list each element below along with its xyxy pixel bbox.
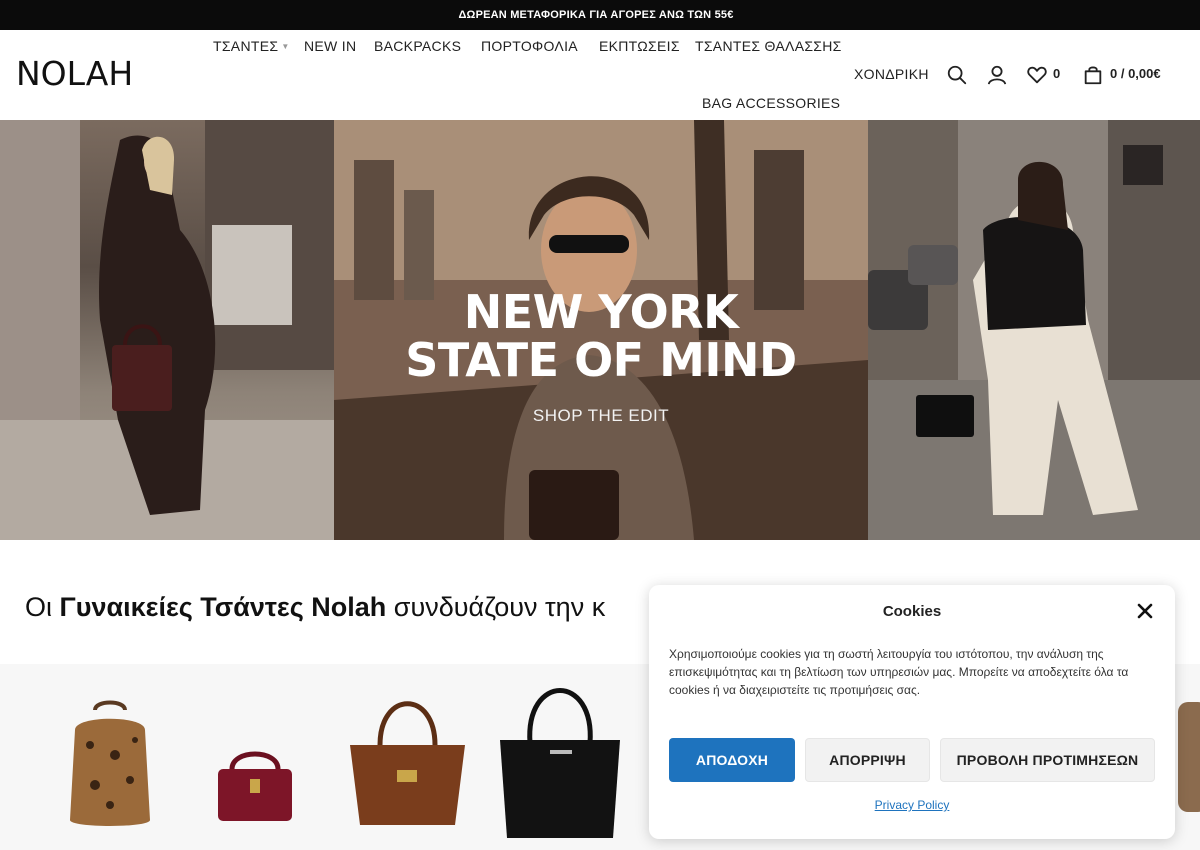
headline-pre: Οι — [25, 592, 60, 622]
product-image-black-tote[interactable] — [495, 678, 625, 843]
header-actions: ΧΟΝΔΡΙΚΗ 0 0 / 0,00€ — [840, 30, 1200, 120]
close-icon[interactable] — [1135, 601, 1155, 621]
nav-item-backpacks[interactable]: BACKPACKS — [374, 38, 461, 54]
shop-the-edit-link[interactable]: SHOP THE EDIT — [334, 406, 868, 426]
preferences-button[interactable]: ΠΡΟΒΟΛΗ ΠΡΟΤΙΜΗΣΕΩΝ — [940, 738, 1155, 782]
cookie-text: Χρησιμοποιούμε cookies για τη σωστή λειτ… — [669, 647, 1129, 697]
hero-image-left — [0, 120, 334, 540]
announcement-text: ΔΩΡΕΑΝ ΜΕΤΑΦΟΡΙΚΑ ΓΙΑ ΑΓΟΡΕΣ ΑΝΩ ΤΩΝ 55€ — [458, 9, 734, 21]
nav-item-label: ΤΣΑΝΤΕΣ — [213, 38, 279, 54]
nav-item-beach-bags[interactable]: ΤΣΑΝΤΕΣ ΘΑΛΑΣΣΗΣ — [695, 38, 842, 54]
user-icon[interactable] — [986, 64, 1008, 86]
nav-item-wallets[interactable]: ΠΟΡΤΟΦΟΛΙΑ — [481, 38, 578, 54]
hero-title: NEW YORK STATE OF MIND — [334, 288, 868, 384]
nav-item-sales[interactable]: ΕΚΠΤΩΣΕΙΣ — [599, 38, 680, 54]
heart-icon[interactable] — [1026, 64, 1048, 86]
accept-button[interactable]: ΑΠΟΔΟΧΗ — [669, 738, 795, 782]
main-nav: ΤΣΑΝΤΕΣ ▼ NEW IN BACKPACKS ΠΟΡΤΟΦΟΛΙΑ ΕΚΠ… — [205, 30, 845, 120]
search-icon[interactable] — [946, 64, 968, 86]
wishlist-count: 0 — [1053, 66, 1061, 81]
headline-bold: Γυναικείες Τσάντες Nolah — [59, 592, 387, 622]
hero-title-line1: NEW YORK — [463, 285, 739, 339]
wholesale-link[interactable]: ΧΟΝΔΡΙΚΗ — [854, 66, 929, 82]
headline-post: συνδυάζουν την κ — [386, 592, 606, 622]
site-header: NOLAH ΤΣΑΝΤΕΣ ▼ NEW IN BACKPACKS ΠΟΡΤΟΦΟΛ… — [0, 30, 1200, 120]
announcement-bar: ΔΩΡΕΑΝ ΜΕΤΑΦΟΡΙΚΑ ΓΙΑ ΑΓΟΡΕΣ ΑΝΩ ΤΩΝ 55€ — [0, 0, 1200, 30]
reject-button[interactable]: ΑΠΟΡΡΙΨΗ — [805, 738, 930, 782]
nav-item-bags[interactable]: ΤΣΑΝΤΕΣ ▼ — [213, 38, 290, 54]
bag-icon[interactable] — [1082, 64, 1104, 86]
nav-item-bag-accessories[interactable]: BAG ACCESSORIES — [702, 95, 840, 111]
section-headline: Οι Γυναικείες Τσάντες Nolah συνδυάζουν τ… — [25, 592, 605, 623]
chevron-down-icon: ▼ — [281, 42, 290, 51]
hero-banner[interactable]: NEW YORK STATE OF MIND SHOP THE EDIT — [0, 120, 1200, 540]
cookie-consent-dialog: Cookies Χρησιμοποιούμε cookies για τη σω… — [649, 585, 1175, 839]
product-image-brown-tote[interactable] — [345, 690, 470, 830]
privacy-policy-link[interactable]: Privacy Policy — [649, 798, 1175, 812]
hero-title-line2: STATE OF MIND — [405, 333, 797, 387]
product-image-burgundy-bag[interactable] — [210, 744, 300, 824]
cookie-title: Cookies — [882, 603, 942, 620]
logo[interactable]: NOLAH — [16, 54, 133, 93]
product-image-leopard-backpack[interactable] — [55, 700, 165, 830]
street-photo-left — [0, 120, 334, 540]
cart-summary[interactable]: 0 / 0,00€ — [1110, 66, 1161, 81]
street-photo-right — [868, 120, 1200, 540]
nav-item-new-in[interactable]: NEW IN — [304, 38, 356, 54]
hero-image-right — [868, 120, 1200, 540]
